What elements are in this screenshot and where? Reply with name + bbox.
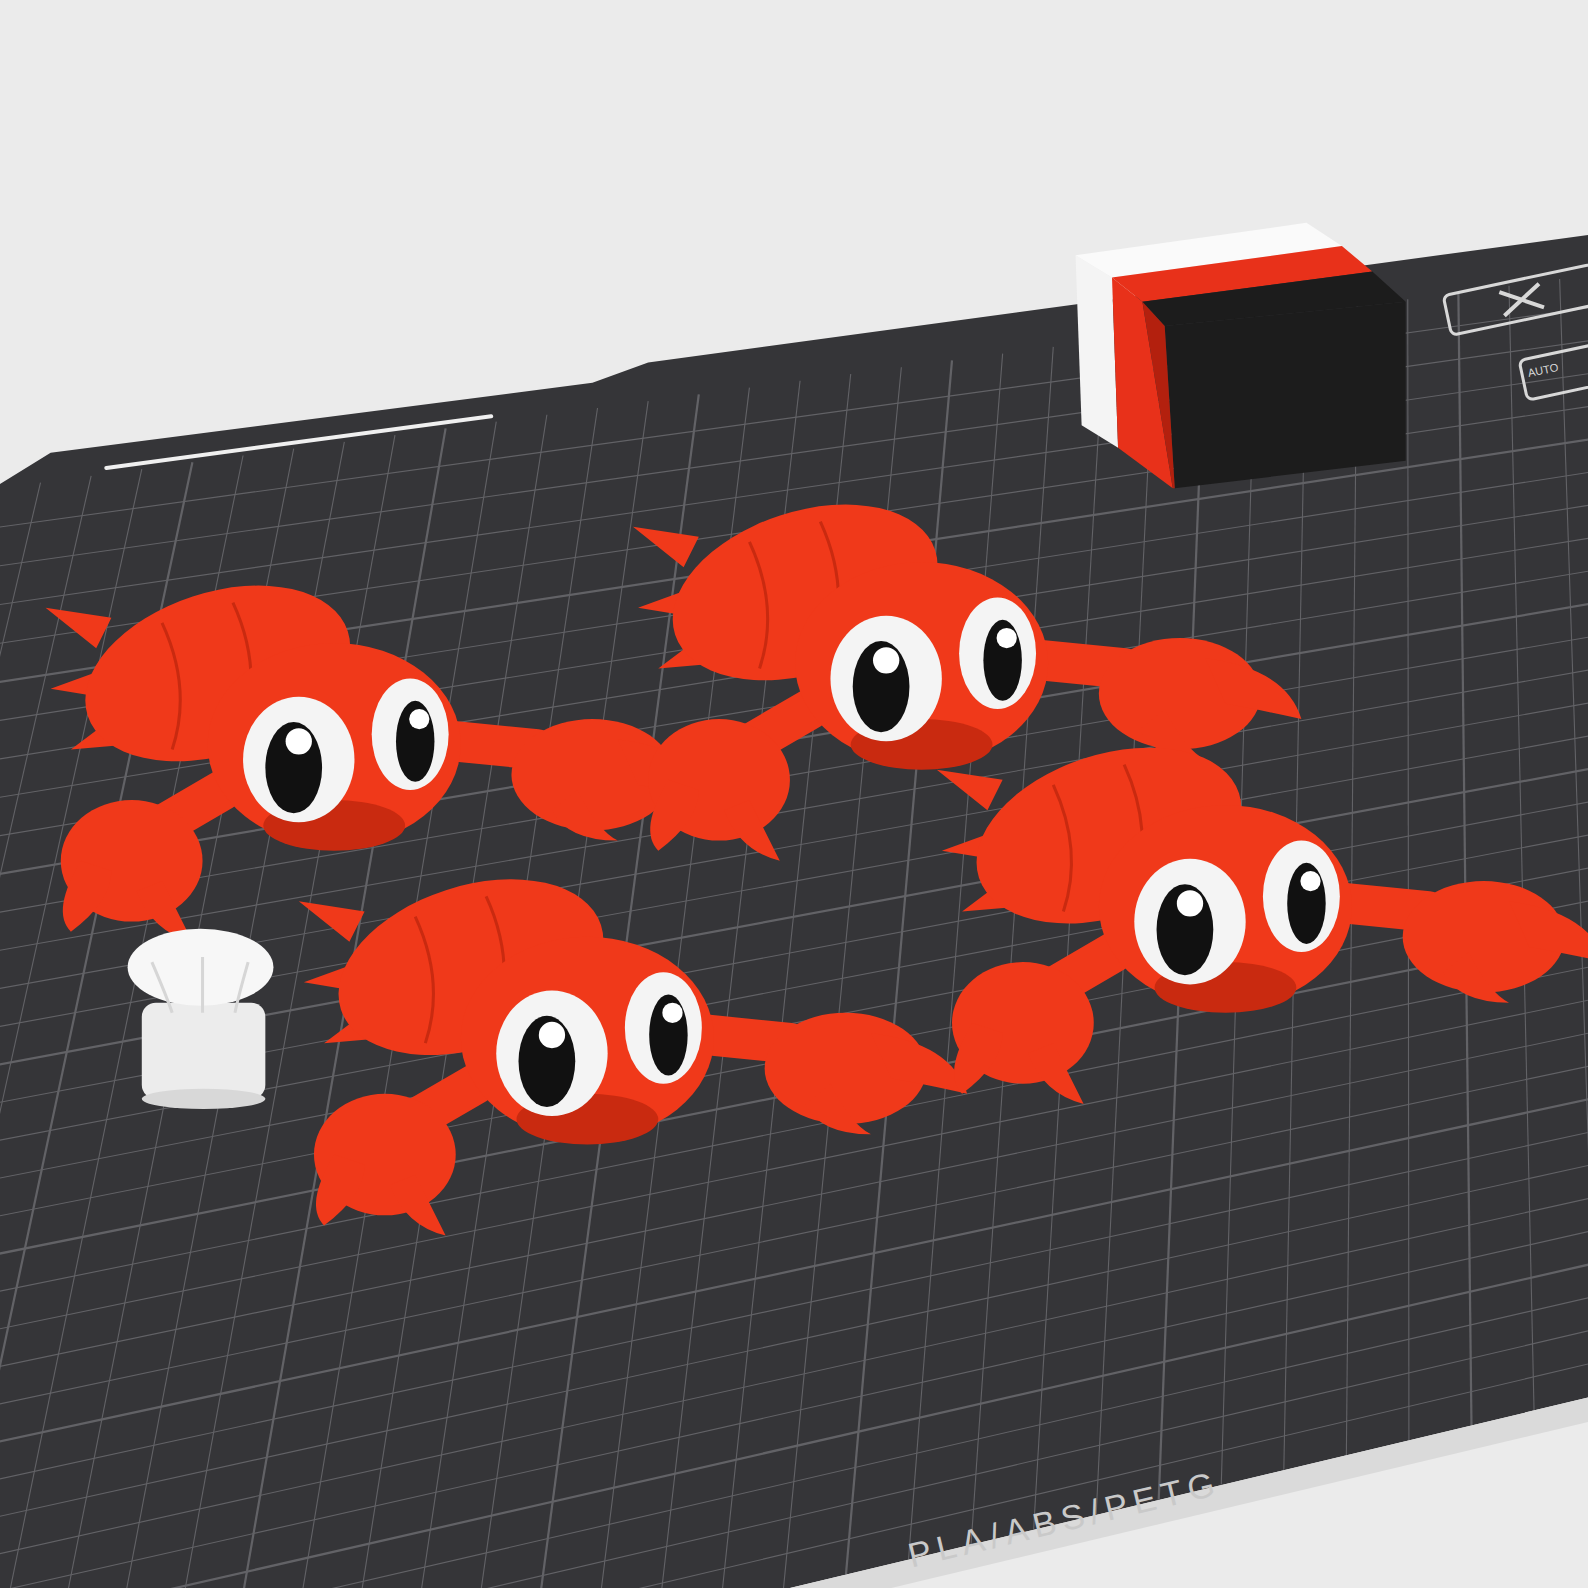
eye-white <box>625 972 702 1083</box>
grid-line <box>1458 293 1471 1425</box>
tower-layer <box>1076 255 1119 447</box>
claw-pincer <box>650 780 699 851</box>
claw-pincer <box>316 1155 365 1226</box>
eye-white <box>1263 841 1340 952</box>
plate-label: PLA/ABS/PETG <box>904 1463 1224 1574</box>
grid-line <box>1408 299 1409 1440</box>
lobster-model[interactable] <box>299 848 967 1236</box>
chef-hat-model[interactable] <box>128 929 274 1109</box>
plate-highlight <box>106 416 491 468</box>
grid-line <box>0 1300 1588 1588</box>
eye-white <box>496 990 607 1116</box>
wipe-tower[interactable] <box>1076 223 1406 488</box>
grid-line <box>0 1106 1588 1549</box>
grid-line <box>0 1236 1588 1588</box>
plate-edge-strip <box>790 1398 1588 1588</box>
lobster-model[interactable] <box>937 716 1588 1104</box>
icon-frame <box>1519 342 1588 401</box>
hat-base <box>142 1089 266 1109</box>
claw-pincer <box>871 1033 967 1094</box>
grid-line <box>1034 340 1104 1530</box>
claw-pincer <box>954 1023 1003 1094</box>
eye-white <box>830 616 941 742</box>
icon-frame <box>1443 264 1588 335</box>
hat-puff <box>128 929 274 1006</box>
scene-canvas[interactable]: PLA/ABS/PETG AUTO <box>0 0 1588 1588</box>
eye-pupil <box>519 1016 576 1107</box>
grid-line <box>1509 286 1534 1410</box>
grid-line <box>1346 306 1357 1455</box>
x-icon <box>1499 284 1544 316</box>
grid-line <box>1560 279 1588 1395</box>
claw-pincer <box>724 800 780 861</box>
tower-layer <box>1142 302 1174 488</box>
claw-pincer <box>805 1084 871 1135</box>
eye-highlight <box>1300 871 1320 891</box>
auto-level-icon[interactable]: AUTO <box>1519 342 1588 401</box>
plate-grid <box>0 272 1588 1588</box>
lobster-model[interactable] <box>46 554 714 942</box>
eye-pupil <box>853 641 910 732</box>
eye-highlight <box>286 728 312 754</box>
eye-highlight <box>1177 890 1203 916</box>
viewport[interactable]: PLA/ABS/PETG AUTO <box>0 0 1588 1588</box>
grid-line <box>0 298 1588 537</box>
eye-pupil <box>1157 884 1214 975</box>
claw-pincer <box>390 1175 446 1236</box>
grid-line <box>0 483 41 1588</box>
eye-white <box>372 679 449 790</box>
claw-pincer <box>1443 952 1509 1003</box>
claw-pincer <box>552 790 618 841</box>
grid-line <box>0 1268 1588 1588</box>
eye-white <box>243 697 354 823</box>
hat-folds <box>152 957 248 1013</box>
eye-pupil <box>1287 863 1325 944</box>
grid-line <box>0 1171 1588 1588</box>
eye-highlight <box>409 709 429 729</box>
eye-highlight <box>662 1003 682 1023</box>
grid-line <box>0 1333 1588 1588</box>
grid-line <box>0 1139 1588 1588</box>
claw-pincer <box>1509 901 1588 962</box>
eye-highlight <box>539 1022 565 1048</box>
eye-white <box>1134 859 1245 985</box>
grid-line <box>971 347 1053 1545</box>
eye-pupil <box>983 620 1021 701</box>
claw-pincer <box>63 861 112 932</box>
claw-pincer <box>1205 658 1301 719</box>
eye-pupil <box>265 722 322 813</box>
tower-layer <box>1165 302 1406 488</box>
claw-pincer <box>1028 1043 1084 1104</box>
hat-band <box>142 1003 266 1099</box>
eye-pupil <box>396 701 434 782</box>
eye-highlight <box>997 628 1017 648</box>
close-icon[interactable] <box>1443 264 1588 335</box>
grid-line <box>0 476 91 1588</box>
eye-pupil <box>649 995 687 1076</box>
icon-label: AUTO <box>1527 361 1560 379</box>
eye-highlight <box>873 647 899 673</box>
grid-line <box>0 1203 1588 1588</box>
eye-white <box>959 598 1036 709</box>
